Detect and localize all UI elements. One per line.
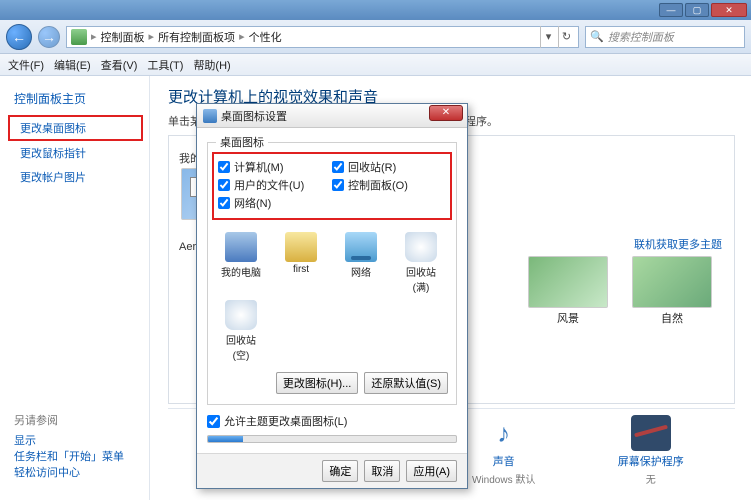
- sidebar-item-mouse-pointers[interactable]: 更改鼠标指针: [0, 141, 149, 165]
- window-minimize-button[interactable]: —: [659, 3, 683, 17]
- highlighted-checkbox-area: 计算机(M) 回收站(R) 用户的文件(U) 控制面板(O) 网络(N): [212, 152, 452, 220]
- cancel-button[interactable]: 取消: [364, 460, 400, 482]
- search-box[interactable]: 🔍 搜索控制面板: [585, 26, 745, 48]
- dialog-icon: [203, 109, 217, 123]
- breadcrumb-seg-2[interactable]: 所有控制面板项: [158, 29, 235, 45]
- checkbox-computer[interactable]: 计算机(M): [218, 158, 332, 176]
- folder-icon: [285, 232, 317, 262]
- icon-item-recycle-full[interactable]: 回收站(满): [398, 232, 444, 294]
- bottom-sub: 无: [646, 471, 656, 486]
- bottom-sub: Windows 默认: [472, 471, 535, 486]
- dialog-titlebar[interactable]: 桌面图标设置 ✕: [197, 104, 467, 128]
- menu-file[interactable]: 文件(F): [8, 57, 44, 73]
- see-also-display[interactable]: 显示: [14, 432, 135, 448]
- bottom-label: 屏幕保护程序: [618, 453, 684, 469]
- sidebar-heading[interactable]: 控制面板主页: [0, 86, 149, 115]
- navigation-bar: ← → ▸ 控制面板 ▸ 所有控制面板项 ▸ 个性化 ▾ ↻ 🔍 搜索控制面板: [0, 20, 751, 54]
- breadcrumb-seg-1[interactable]: 控制面板: [101, 29, 145, 45]
- computer-icon: [225, 232, 257, 262]
- checkbox-recycle-bin[interactable]: 回收站(R): [332, 158, 446, 176]
- dialog-title-text: 桌面图标设置: [221, 108, 287, 124]
- change-icon-button[interactable]: 更改图标(H)...: [276, 372, 358, 394]
- sidebar-see-also: 另请参阅 显示 任务栏和「开始」菜单 轻松访问中心: [0, 412, 149, 500]
- address-refresh[interactable]: ↻: [558, 26, 574, 48]
- apply-button[interactable]: 应用(A): [406, 460, 457, 482]
- allow-themes-checkbox[interactable]: 允许主题更改桌面图标(L): [207, 413, 457, 429]
- back-button[interactable]: ←: [6, 24, 32, 50]
- theme-label: 自然: [661, 310, 683, 326]
- bottom-label: 声音: [493, 453, 515, 469]
- network-icon: [345, 232, 377, 262]
- screensaver-button[interactable]: 屏幕保护程序 无: [618, 415, 684, 486]
- sound-icon: ♪: [484, 415, 524, 451]
- window-maximize-button[interactable]: ▢: [685, 3, 709, 17]
- icon-item-recycle-empty[interactable]: 回收站(空): [218, 300, 264, 362]
- icon-preview-grid: 我的电脑 first 网络 回收站(满) 回收站(空): [216, 224, 448, 366]
- recycle-full-icon: [405, 232, 437, 262]
- theme-label: 风景: [557, 310, 579, 326]
- sidebar-item-desktop-icons[interactable]: 更改桌面图标: [8, 115, 143, 141]
- see-also-heading: 另请参阅: [14, 412, 135, 428]
- menu-help[interactable]: 帮助(H): [193, 57, 230, 73]
- address-dropdown[interactable]: ▾: [540, 26, 556, 48]
- dialog-footer: 确定 取消 应用(A): [197, 453, 467, 488]
- screensaver-icon: [631, 415, 671, 451]
- desktop-icon-settings-dialog: 桌面图标设置 ✕ 桌面图标 计算机(M) 回收站(R) 用户的文件(U) 控制面…: [196, 103, 468, 489]
- control-panel-icon: [71, 29, 87, 45]
- search-placeholder: 搜索控制面板: [608, 29, 674, 45]
- breadcrumb-seg-3[interactable]: 个性化: [249, 29, 282, 45]
- sidebar-item-account-picture[interactable]: 更改帐户图片: [0, 165, 149, 189]
- recycle-empty-icon: [225, 300, 257, 330]
- dialog-close-button[interactable]: ✕: [429, 105, 463, 121]
- icon-buttons-row: 更改图标(H)... 还原默认值(S): [216, 372, 448, 394]
- address-breadcrumb[interactable]: ▸ 控制面板 ▸ 所有控制面板项 ▸ 个性化 ▾ ↻: [66, 26, 579, 48]
- icon-item-computer[interactable]: 我的电脑: [218, 232, 264, 294]
- more-themes-link[interactable]: 联机获取更多主题: [634, 236, 722, 252]
- checkbox-control-panel[interactable]: 控制面板(O): [332, 176, 446, 194]
- see-also-taskbar[interactable]: 任务栏和「开始」菜单: [14, 448, 135, 464]
- theme-landscape[interactable]: 风景: [526, 256, 610, 326]
- breadcrumb-sep: ▸: [89, 30, 99, 43]
- icon-item-network[interactable]: 网络: [338, 232, 384, 294]
- menu-view[interactable]: 查看(V): [101, 57, 138, 73]
- see-also-ease[interactable]: 轻松访问中心: [14, 464, 135, 480]
- window-titlebar: — ▢ ✕: [0, 0, 751, 20]
- allow-label: 允许主题更改桌面图标(L): [224, 413, 347, 429]
- checkbox-user-files[interactable]: 用户的文件(U): [218, 176, 332, 194]
- group-legend: 桌面图标: [216, 134, 268, 150]
- breadcrumb-sep: ▸: [147, 30, 157, 43]
- sidebar: 控制面板主页 更改桌面图标 更改鼠标指针 更改帐户图片 另请参阅 显示 任务栏和…: [0, 76, 150, 500]
- breadcrumb-sep: ▸: [237, 30, 247, 43]
- desktop-icons-group: 桌面图标 计算机(M) 回收站(R) 用户的文件(U) 控制面板(O) 网络(N…: [207, 134, 457, 405]
- menu-tools[interactable]: 工具(T): [147, 57, 183, 73]
- ok-button[interactable]: 确定: [322, 460, 358, 482]
- restore-defaults-button[interactable]: 还原默认值(S): [364, 372, 448, 394]
- search-icon: 🔍: [590, 30, 604, 43]
- menu-edit[interactable]: 编辑(E): [54, 57, 91, 73]
- forward-button[interactable]: →: [38, 26, 60, 48]
- sounds-button[interactable]: ♪ 声音 Windows 默认: [472, 415, 535, 486]
- dialog-body: 桌面图标 计算机(M) 回收站(R) 用户的文件(U) 控制面板(O) 网络(N…: [197, 128, 467, 453]
- dialog-progress: [207, 435, 457, 443]
- window-close-button[interactable]: ✕: [711, 3, 747, 17]
- checkbox-network[interactable]: 网络(N): [218, 194, 332, 212]
- icon-item-first[interactable]: first: [278, 232, 324, 294]
- menu-bar: 文件(F) 编辑(E) 查看(V) 工具(T) 帮助(H): [0, 54, 751, 76]
- theme-nature[interactable]: 自然: [630, 256, 714, 326]
